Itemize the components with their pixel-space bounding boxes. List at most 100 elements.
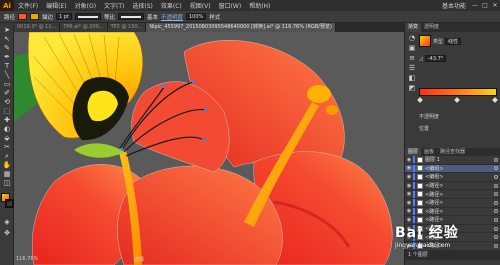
menu-type[interactable]: 文字(T) (100, 1, 128, 10)
pencil-tool-icon[interactable]: ✐ (2, 89, 12, 98)
close-button[interactable]: ✕ (490, 2, 500, 9)
illustrator-window: Ai 文件(F) 编辑(E) 对象(O) 文字(T) 选择(S) 效果(C) 视… (0, 0, 500, 265)
layer-row[interactable]: ◉ <路径> (405, 199, 500, 208)
doc-tab-active[interactable]: Nipic_455997_20150803095548640000 [转换].a… (146, 23, 336, 32)
color-mode-icon[interactable]: ◈ (2, 218, 12, 227)
gradient-swatch[interactable] (419, 35, 431, 47)
minimize-button[interactable]: — (470, 2, 480, 9)
mesh-tool-icon[interactable]: ⬙ (2, 134, 12, 143)
doc-tab-2[interactable]: TP6.ai* @ 200... (60, 23, 108, 32)
gradient-stop-left[interactable] (417, 97, 423, 103)
layer-target-icon[interactable] (494, 209, 498, 214)
doc-tab-1[interactable]: 0019.3* @ 11... (14, 23, 61, 32)
selection-tool-icon[interactable]: ➤ (2, 26, 12, 35)
zoom-tool-icon[interactable]: ⌕ (2, 152, 12, 161)
menu-help[interactable]: 帮助(H) (245, 1, 274, 10)
visibility-eye-icon[interactable]: ◉ (405, 183, 413, 189)
pen-tool-icon[interactable]: ✒ (2, 53, 12, 62)
scissors-tool-icon[interactable]: ✂ (2, 143, 12, 152)
menu-object[interactable]: 对象(O) (71, 1, 100, 10)
visibility-eye-icon[interactable]: ◉ (405, 200, 413, 206)
align-panel-icon[interactable]: ☰ (407, 63, 417, 73)
hand-tool-icon[interactable]: ✋ (2, 161, 12, 170)
visibility-eye-icon[interactable]: ◉ (405, 157, 413, 163)
doc-tab-label: 0019.3* @ 11... (17, 24, 57, 30)
free-transform-tool-icon[interactable]: ⬚ (2, 107, 12, 116)
layer-target-icon[interactable] (494, 183, 498, 188)
menu-select[interactable]: 选择(S) (128, 1, 157, 10)
fill-stroke-widget[interactable] (1, 193, 14, 210)
menu-view[interactable]: 视图(V) (186, 1, 215, 10)
style-label[interactable]: 样式 (209, 13, 220, 21)
gradient-stop-right[interactable] (492, 97, 498, 103)
stroke-label[interactable]: 描边 (42, 13, 53, 21)
color-panel-icon[interactable]: ◔ (407, 33, 417, 43)
layer-thumbnail (417, 182, 423, 189)
opacity-field[interactable]: 100% (185, 13, 207, 20)
menu-window[interactable]: 窗口(W) (215, 1, 246, 10)
graphic-styles-panel-icon[interactable]: ◩ (407, 83, 417, 93)
visibility-eye-icon[interactable]: ◉ (405, 208, 413, 214)
stroke-box[interactable] (5, 199, 14, 208)
menu-effect[interactable]: 效果(C) (157, 1, 186, 10)
tab-layers[interactable]: 图层 (405, 148, 422, 156)
layer-target-icon[interactable] (494, 174, 498, 179)
gradient-angle-row: ◿ -43.7° (419, 55, 447, 62)
layer-row[interactable]: ◉ <路径> (405, 207, 500, 217)
gradient-angle-field[interactable]: -43.7° (424, 55, 447, 62)
tools-panel: ➤ ↖ ✎ ✒ T ╲ ▭ ✐ ⟲ ⬚ ✚ ◐ ⬙ ✂ ⌕ ✋ ▦ ◫ ◈ ✥ (0, 23, 14, 265)
tab-artboards[interactable]: 画板 (421, 148, 437, 156)
layer-row[interactable]: ◉ <路径> (405, 182, 500, 191)
basic-brush-label[interactable]: 基本 (147, 13, 158, 21)
tab-gradient[interactable]: 渐变 (405, 23, 422, 32)
tab-pathfinder[interactable]: 路径查找器 (437, 148, 468, 156)
menu-edit[interactable]: 编辑(E) (42, 1, 70, 10)
type-tool-icon[interactable]: T (2, 62, 12, 71)
perspective-tool-icon[interactable]: ◐ (2, 125, 12, 134)
maximize-button[interactable]: □ (480, 2, 490, 9)
gradient-stop-mid[interactable] (454, 97, 460, 103)
rotate-tool-icon[interactable]: ⟲ (2, 98, 12, 107)
swatches-panel-icon[interactable]: ▣ (407, 43, 417, 53)
stroke-weight-field[interactable]: 1 pt (56, 13, 72, 20)
line-tool-icon[interactable]: ╲ (2, 71, 12, 80)
opacity-link[interactable]: 不透明度 (161, 13, 183, 21)
gradient-type-select[interactable]: 线性 (445, 37, 462, 45)
gradient-slider[interactable] (419, 88, 497, 96)
visibility-eye-icon[interactable]: ◉ (405, 165, 413, 171)
shape-builder-tool-icon[interactable]: ✚ (2, 116, 12, 125)
layer-row[interactable]: ◉ <编组> (405, 173, 500, 182)
layer-row[interactable]: ◉ 图层 1 (405, 156, 500, 165)
artboard-tool-icon[interactable]: ◫ (2, 179, 12, 188)
tab-transparency[interactable]: 透明度 (421, 23, 442, 32)
zoom-status[interactable]: 116.76% (16, 256, 38, 262)
workspace-switcher[interactable]: 基本功能 (438, 1, 470, 10)
layer-target-icon[interactable] (494, 166, 498, 171)
stroke-panel-icon[interactable]: ≡ (407, 53, 417, 63)
fill-color-swatch[interactable] (18, 13, 28, 20)
menu-file[interactable]: 文件(F) (14, 1, 42, 10)
artboard-canvas[interactable]: 116.76% 选择 (14, 32, 404, 265)
doc-tab-3[interactable]: TP2 @ 150... (107, 23, 147, 32)
layer-target-icon[interactable] (494, 192, 498, 197)
uniform-label[interactable]: 等比 (104, 13, 115, 21)
panel-icon-strip: ◔ ▣ ≡ ☰ ◧ ◩ (407, 33, 417, 93)
watermark-url: jingyan.baidu.com (395, 242, 451, 249)
brush-definition[interactable] (117, 13, 144, 20)
visibility-eye-icon[interactable]: ◉ (405, 174, 413, 180)
direct-selection-tool-icon[interactable]: ↖ (2, 35, 12, 44)
variable-width-profile[interactable] (74, 13, 101, 20)
visibility-eye-icon[interactable]: ◉ (405, 191, 413, 197)
layer-name: <路径> (425, 191, 444, 198)
layer-name: <路径> (425, 200, 444, 207)
stroke-color-swatch[interactable] (30, 13, 40, 20)
magic-wand-tool-icon[interactable]: ✎ (2, 44, 12, 53)
layer-target-icon[interactable] (494, 200, 498, 205)
layer-target-icon[interactable] (494, 157, 498, 162)
screen-mode-icon[interactable]: ✥ (2, 229, 12, 238)
graph-tool-icon[interactable]: ▦ (2, 170, 12, 179)
rectangle-tool-icon[interactable]: ▭ (2, 80, 12, 89)
layer-row[interactable]: ◉ <路径> (405, 190, 500, 199)
layer-row[interactable]: ◉ <编组> (405, 164, 500, 174)
appearance-panel-icon[interactable]: ◧ (407, 73, 417, 83)
